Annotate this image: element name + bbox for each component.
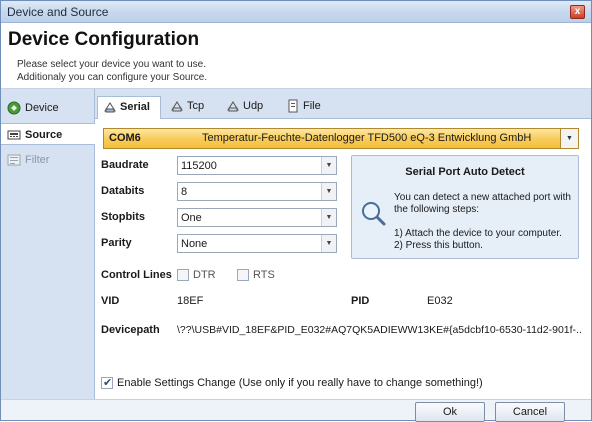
port-description: Temperatur-Feuchte-Datenlogger TFD500 eQ… [202, 132, 532, 144]
baudrate-select[interactable]: 115200 ▼ [177, 156, 337, 175]
tab-serial[interactable]: Serial [97, 96, 161, 119]
window-title: Device and Source [7, 5, 109, 19]
auto-detect-steps: 1) Attach the device to your computer. 2… [394, 228, 576, 252]
chevron-down-icon[interactable]: ▼ [321, 235, 336, 252]
tab-label: Tcp [187, 100, 205, 112]
chevron-down-icon[interactable]: ▼ [321, 209, 336, 226]
port-select[interactable]: COM6 Temperatur-Feuchte-Datenlogger TFD5… [103, 128, 579, 149]
serial-icon [103, 100, 117, 121]
databits-label: Databits [101, 185, 145, 197]
header-subtitle-1: Please select your device you want to us… [17, 59, 206, 70]
nav-item-label: Device [25, 102, 59, 114]
chevron-down-icon[interactable]: ▼ [560, 129, 578, 148]
device-icon [7, 101, 21, 115]
file-icon [286, 99, 300, 120]
databits-select[interactable]: 8 ▼ [177, 182, 337, 201]
enable-settings-label: Enable Settings Change (Use only if you … [117, 377, 483, 389]
baudrate-value: 115200 [181, 160, 217, 172]
auto-detect-button[interactable]: Serial Port Auto Detect You can detect a… [351, 155, 579, 259]
serial-settings-panel: COM6 Temperatur-Feuchte-Datenlogger TFD5… [95, 119, 591, 399]
left-navigation: Device Source Filter [1, 89, 95, 399]
devicepath-value: \??\USB#VID_18EF&PID_E032#AQ7QK5ADIEWW13… [177, 324, 581, 336]
auto-detect-text: You can detect a new attached port with … [394, 192, 571, 215]
parity-label: Parity [101, 237, 132, 249]
nav-item-device[interactable]: Device [1, 97, 95, 119]
nav-item-filter[interactable]: Filter [1, 149, 95, 171]
tab-udp[interactable]: Udp [221, 96, 275, 119]
nav-item-label: Filter [25, 154, 50, 166]
nav-item-source[interactable]: Source [1, 123, 95, 145]
stopbits-select[interactable]: One ▼ [177, 208, 337, 227]
parity-value: None [181, 238, 208, 250]
chevron-down-icon[interactable]: ▼ [321, 183, 336, 200]
dtr-checkbox[interactable] [177, 269, 189, 281]
rts-label: RTS [253, 269, 275, 281]
tab-file[interactable]: File [281, 96, 331, 119]
auto-detect-step-2: 2) Press this button. [394, 240, 483, 251]
port-name: COM6 [109, 132, 141, 144]
nav-item-label: Source [25, 129, 63, 141]
magnifier-icon [360, 200, 386, 226]
tcp-icon [170, 99, 184, 120]
button-bar: Ok Cancel [1, 399, 591, 422]
page-title: Device Configuration [8, 29, 200, 50]
enable-settings-checkbox[interactable] [101, 376, 113, 389]
vid-label: VID [101, 295, 120, 307]
baudrate-label: Baudrate [101, 159, 149, 171]
cancel-button[interactable]: Cancel [495, 402, 565, 422]
control-lines-label: Control Lines [101, 269, 172, 281]
stopbits-value: One [181, 212, 202, 224]
title-bar: Device and Source x [1, 1, 591, 23]
device-and-source-window: Device and Source x Device Configuration… [0, 0, 592, 422]
pid-value: E032 [427, 295, 453, 307]
source-tabs: Serial Tcp Udp File [95, 89, 591, 119]
auto-detect-title: Serial Port Auto Detect [405, 166, 525, 178]
filter-icon [7, 153, 21, 167]
parity-select[interactable]: None ▼ [177, 234, 337, 253]
ok-button[interactable]: Ok [415, 402, 485, 422]
tab-label: Serial [120, 101, 150, 113]
rts-checkbox[interactable] [237, 269, 249, 281]
devicepath-label: Devicepath [101, 324, 160, 336]
source-icon [7, 128, 21, 142]
auto-detect-step-1: 1) Attach the device to your computer. [394, 228, 562, 239]
tab-label: Udp [243, 100, 264, 112]
header: Device Configuration Please select your … [1, 23, 591, 89]
vid-value: 18EF [177, 295, 204, 307]
pid-label: PID [351, 295, 370, 307]
chevron-down-icon[interactable]: ▼ [321, 157, 336, 174]
tab-tcp[interactable]: Tcp [165, 96, 215, 119]
close-button[interactable]: x [570, 5, 585, 19]
dtr-label: DTR [193, 269, 216, 281]
header-subtitle-2: Additionaly you can configure your Sourc… [17, 72, 208, 83]
tab-label: File [303, 100, 321, 112]
udp-icon [226, 99, 240, 120]
databits-value: 8 [181, 186, 188, 198]
stopbits-label: Stopbits [101, 211, 145, 223]
